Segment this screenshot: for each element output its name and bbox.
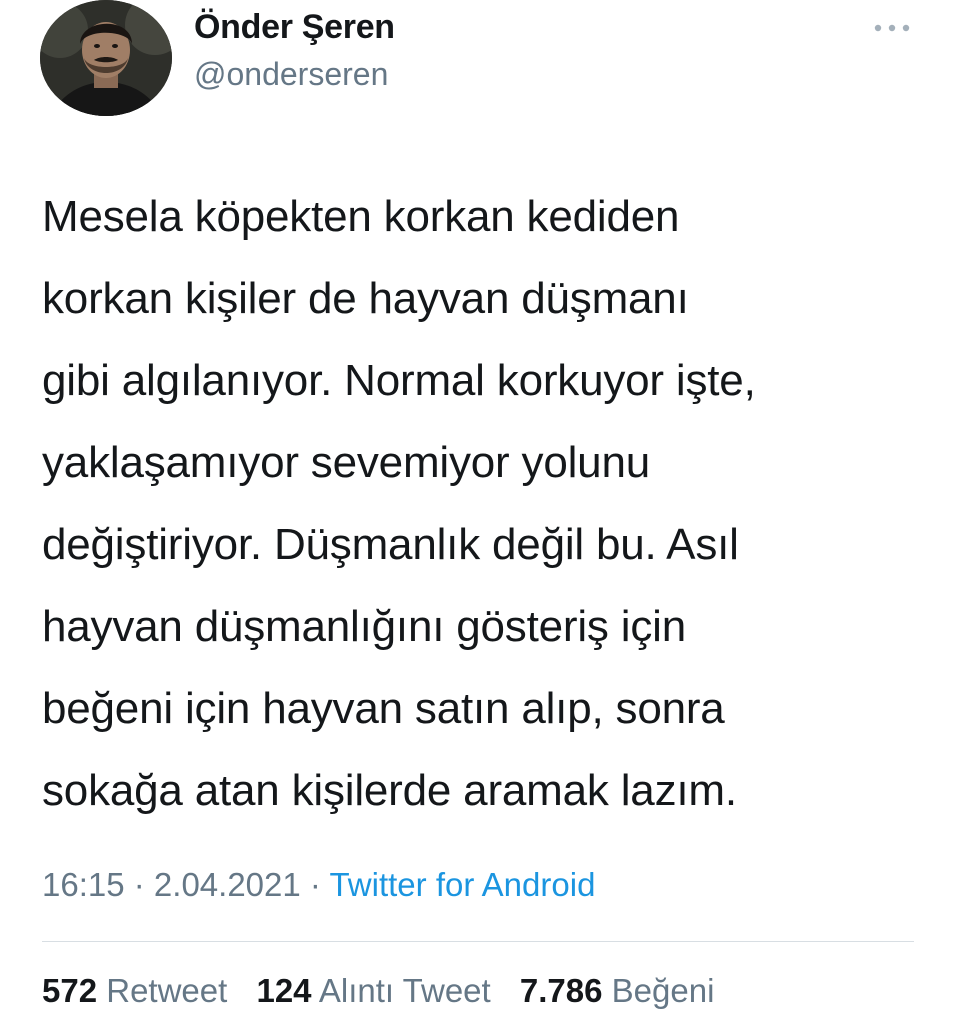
tweet-text-line: sokağa atan kişilerde aramak lazım. <box>42 766 737 815</box>
meta-separator: · <box>124 866 154 903</box>
quote-label: Alıntı Tweet <box>318 972 491 1009</box>
like-count: 7.786 <box>519 972 603 1009</box>
tweet-text-line: yaklaşamıyor sevemiyor yolunu <box>42 438 650 487</box>
display-name[interactable]: Önder Şeren <box>194 8 395 47</box>
tweet-text-line: değiştiriyor. Düşmanlık değil bu. Asıl <box>42 520 739 569</box>
avatar-image <box>40 0 172 116</box>
tweet-text-line: Mesela köpekten korkan kediden <box>42 192 680 241</box>
tweet-text-line: beğeni için hayvan satın alıp, sonra <box>42 684 725 733</box>
tweet-text: Mesela köpekten korkan kediden korkan ki… <box>42 176 932 832</box>
meta-separator: · <box>300 866 330 903</box>
tweet-time[interactable]: 16:15 <box>42 866 125 903</box>
avatar[interactable] <box>40 0 172 116</box>
retweet-label: Retweet <box>106 972 228 1009</box>
retweet-stat[interactable]: 572 Retweet <box>42 972 227 1009</box>
tweet-date[interactable]: 2.04.2021 <box>154 866 301 903</box>
tweet-meta: 16:15 · 2.04.2021 · Twitter for Android <box>42 866 595 904</box>
tweet-stats: 572 Retweet 124 Alıntı Tweet 7.786 Beğen… <box>42 972 734 1010</box>
retweet-count: 572 <box>42 972 98 1009</box>
like-stat[interactable]: 7.786 Beğeni <box>520 972 715 1009</box>
tweet-source-link[interactable]: Twitter for Android <box>329 866 595 903</box>
tweet-text-line: gibi algılanıyor. Normal korkuyor işte, <box>42 356 756 405</box>
quote-count: 124 <box>256 972 312 1009</box>
quote-stat[interactable]: 124 Alıntı Tweet <box>256 972 490 1009</box>
tweet-card: Önder Şeren @onderseren Mesela köpekten … <box>0 0 956 1024</box>
tweet-text-line: hayvan düşmanlığını gösteriş için <box>42 602 686 651</box>
tweet-text-line: korkan kişiler de hayvan düşmanı <box>42 274 689 323</box>
like-label: Beğeni <box>611 972 715 1009</box>
user-handle[interactable]: @onderseren <box>194 56 388 93</box>
divider <box>42 941 914 942</box>
more-horizontal-icon[interactable] <box>872 18 912 38</box>
